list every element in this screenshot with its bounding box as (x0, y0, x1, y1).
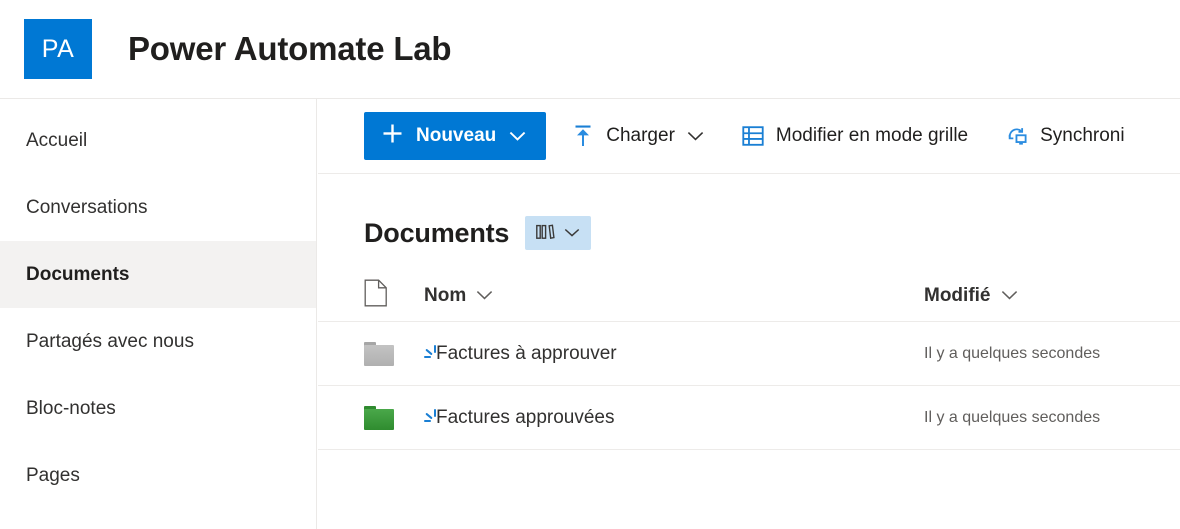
chevron-down-icon (564, 228, 580, 238)
chevron-down-icon (1001, 290, 1018, 301)
sidebar-item-partages-avec-nous[interactable]: Partagés avec nous (0, 308, 316, 375)
chevron-down-icon (687, 131, 704, 142)
sync-icon (1006, 124, 1028, 148)
column-header-icon[interactable] (364, 279, 424, 312)
upload-icon (572, 124, 594, 148)
row-modified-label: Il y a quelques secondes (924, 344, 1101, 362)
left-navigation: Accueil Conversations Documents Partagés… (0, 99, 317, 529)
row-name-cell: Factures à approuver (424, 343, 924, 365)
column-header-name-label: Nom (424, 284, 467, 306)
edit-in-grid-view-button[interactable]: Modifier en mode grille (730, 112, 980, 160)
sync-button-label: Synchroni (1040, 125, 1125, 146)
file-type-icon (364, 279, 388, 312)
chevron-down-icon (476, 290, 493, 301)
row-modified-label: Il y a quelques secondes (924, 408, 1101, 426)
sync-button[interactable]: Synchroni (994, 112, 1137, 160)
column-header-modified-label: Modifié (924, 284, 991, 306)
sidebar-item-pages[interactable]: Pages (0, 442, 316, 509)
chevron-down-icon (509, 131, 526, 142)
loading-spinner-icon (424, 408, 438, 427)
view-switcher-button[interactable] (525, 216, 592, 250)
sharepoint-document-library-page: PA Power Automate Lab Accueil Conversati… (0, 0, 1180, 529)
row-name-label: Factures approuvées (436, 406, 615, 428)
table-row[interactable]: Factures approuvées Il y a quelques seco… (318, 386, 1180, 450)
sidebar-item-label: Partagés avec nous (26, 330, 194, 352)
list-view-icon (536, 223, 555, 243)
sidebar-item-label: Conversations (26, 196, 148, 218)
grid-edit-icon (742, 124, 764, 148)
command-bar: Nouveau Charger Modifier en mode grille … (318, 99, 1180, 174)
table-row[interactable]: Factures à approuver Il y a quelques sec… (318, 322, 1180, 386)
sidebar-item-documents[interactable]: Documents (0, 241, 316, 308)
site-logo-initials: PA (41, 34, 75, 63)
row-folder-icon-cell (364, 341, 424, 366)
row-folder-icon-cell (364, 405, 424, 430)
page-title: Power Automate Lab (128, 30, 452, 67)
row-modified-cell: Il y a quelques secondes (924, 409, 1164, 427)
site-header: PA Power Automate Lab (0, 0, 1180, 99)
list-title: Documents (364, 217, 510, 248)
sidebar-item-conversations[interactable]: Conversations (0, 174, 316, 241)
row-name-label: Factures à approuver (436, 342, 617, 364)
sidebar-item-bloc-notes[interactable]: Bloc-notes (0, 375, 316, 442)
column-header-modified[interactable]: Modifié (924, 285, 1164, 307)
row-modified-cell: Il y a quelques secondes (924, 345, 1164, 363)
row-name-cell: Factures approuvées (424, 407, 924, 429)
list-header: Documents (318, 174, 1180, 250)
folder-icon (364, 405, 394, 430)
main-content: Nouveau Charger Modifier en mode grille … (318, 99, 1180, 529)
sidebar-item-label: Documents (26, 263, 130, 285)
plus-icon (382, 123, 403, 150)
folder-icon (364, 341, 394, 366)
table-header-row: Nom Modifié (318, 270, 1180, 322)
sidebar-item-label: Accueil (26, 129, 88, 151)
column-header-name[interactable]: Nom (424, 285, 924, 307)
upload-button[interactable]: Charger (560, 112, 716, 160)
sidebar-item-label: Bloc-notes (26, 397, 116, 419)
sidebar-item-accueil[interactable]: Accueil (0, 107, 316, 174)
new-button-label: Nouveau (416, 125, 497, 146)
upload-button-label: Charger (606, 125, 675, 146)
site-logo[interactable]: PA (24, 19, 92, 79)
document-list: Nom Modifié Factures à approuver Il y a … (318, 270, 1180, 450)
new-button[interactable]: Nouveau (364, 112, 547, 160)
edit-in-grid-view-label: Modifier en mode grille (775, 125, 969, 146)
sidebar-item-label: Pages (26, 464, 80, 486)
loading-spinner-icon (424, 344, 438, 363)
